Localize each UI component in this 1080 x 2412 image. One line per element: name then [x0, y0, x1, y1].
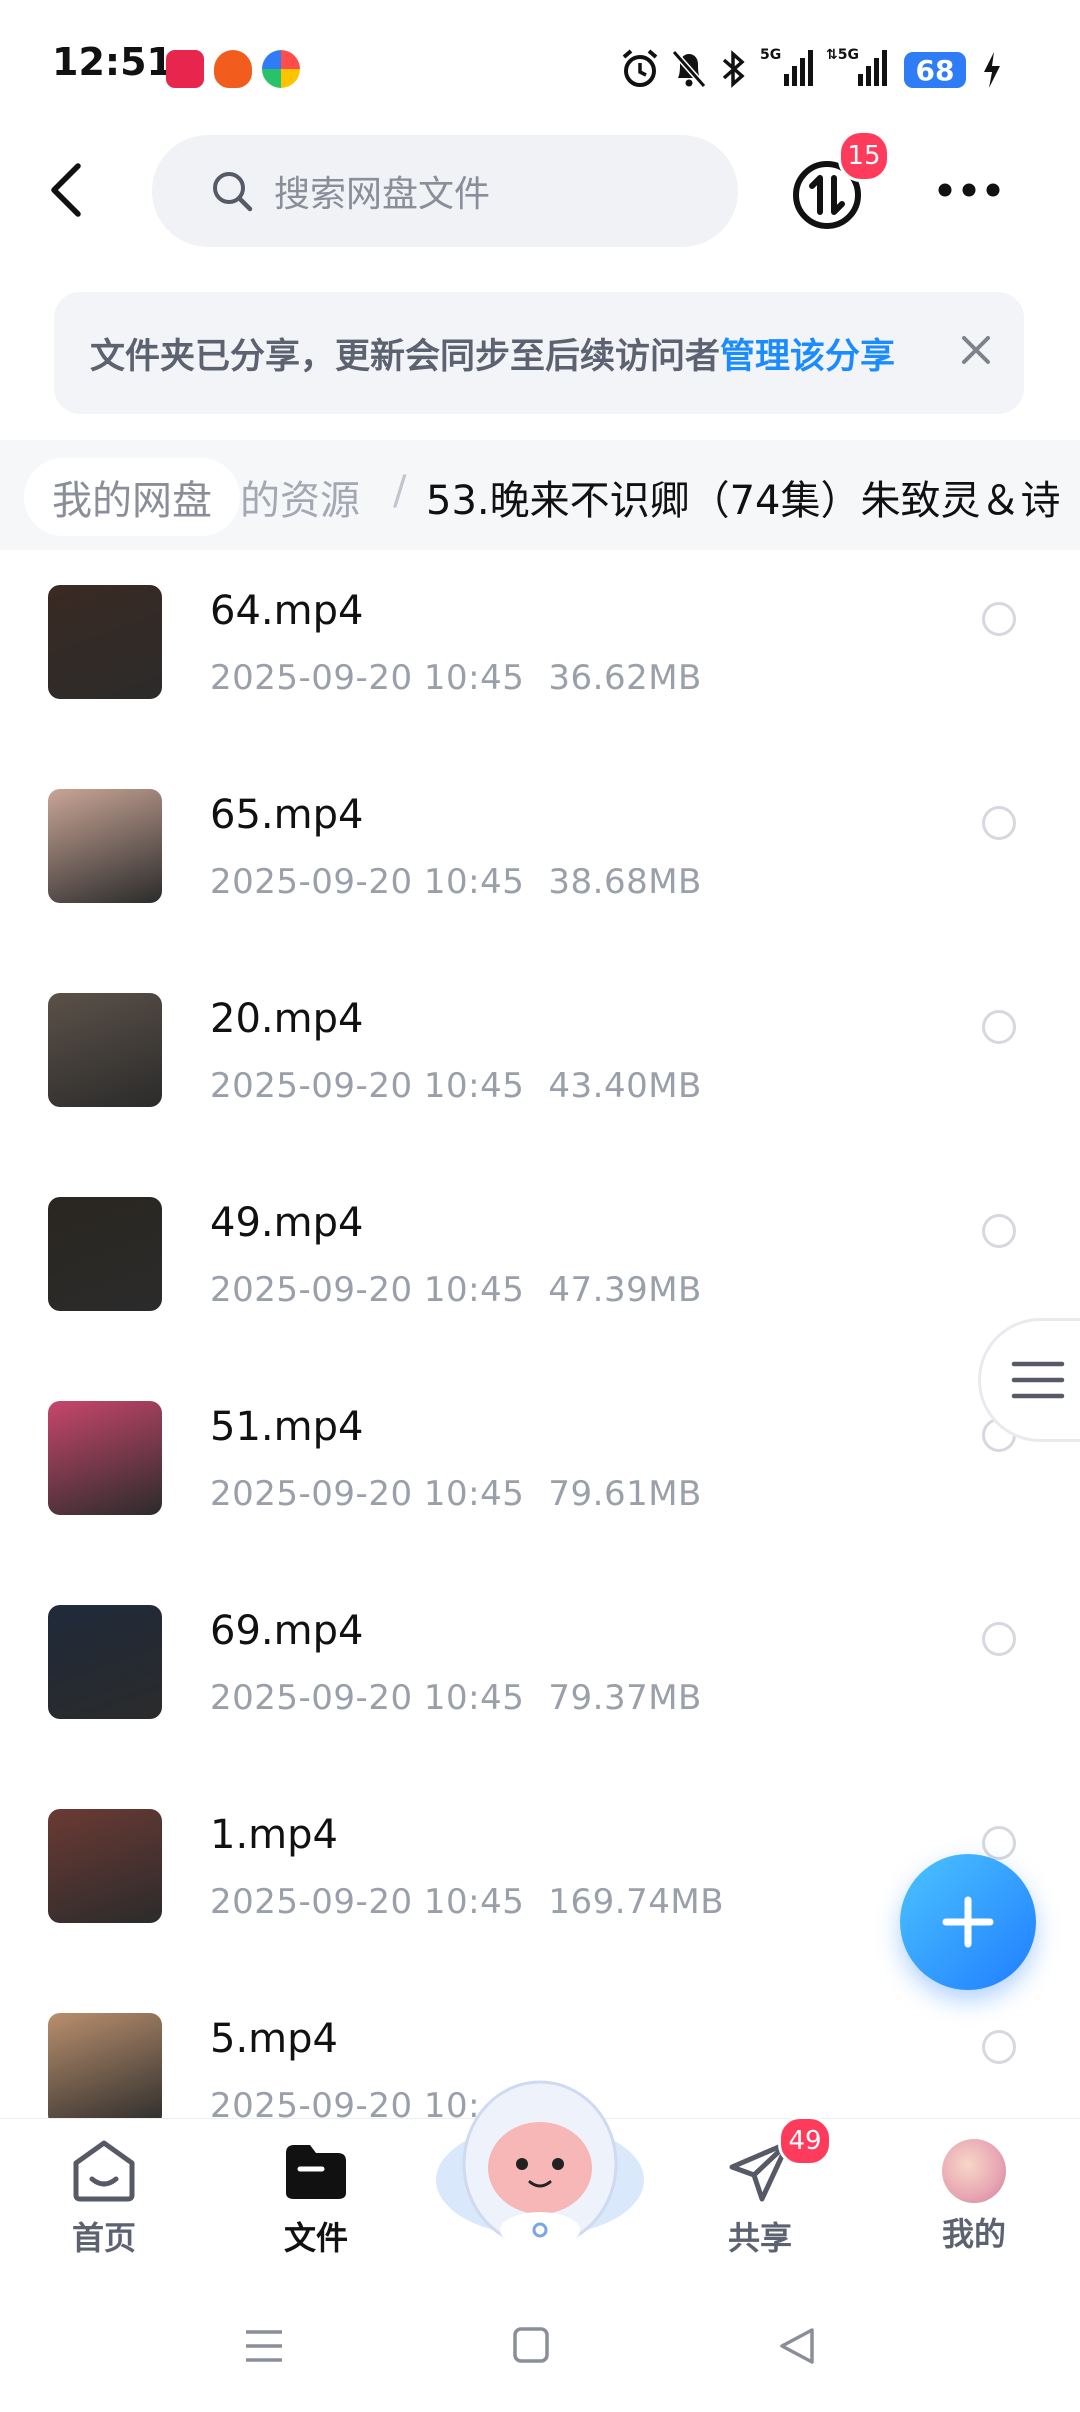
recent-apps-icon[interactable]	[244, 2328, 284, 2364]
file-meta: 2025-09-20 10:45 38.68MB	[210, 862, 702, 902]
video-thumbnail	[48, 1605, 162, 1719]
nav-me-label: 我的	[941, 2215, 1006, 2253]
video-thumbnail	[48, 1197, 162, 1311]
file-size: 79.37MB	[548, 1678, 702, 1718]
search-input[interactable]: 搜索网盘文件	[152, 135, 738, 247]
colorful-app-icon	[262, 50, 300, 88]
transfer-badge: 15	[838, 130, 890, 182]
back-triangle-icon[interactable]	[778, 2326, 816, 2366]
more-options-icon[interactable]	[934, 170, 1004, 210]
file-row[interactable]: 69.mp4 2025-09-20 10:45 79.37MB	[0, 1580, 1080, 1784]
clock: 12:51	[52, 40, 173, 84]
breadcrumb-current-folder: 53.晚来不识卿（74集）朱致灵＆诗	[426, 478, 1061, 524]
file-row[interactable]: 49.mp4 2025-09-20 10:45 47.39MB	[0, 1172, 1080, 1376]
alarm-icon	[622, 49, 658, 87]
share-banner: 文件夹已分享，更新会同步至后续访问者 管理该分享	[54, 292, 1024, 414]
video-thumbnail	[48, 1809, 162, 1923]
select-radio[interactable]	[982, 602, 1016, 636]
add-button[interactable]	[900, 1854, 1036, 1990]
video-thumbnail	[48, 2013, 162, 2127]
home-square-icon[interactable]	[512, 2326, 550, 2364]
file-date: 2025-09-20 10:45	[210, 1066, 525, 1106]
mute-bell-icon	[671, 50, 707, 88]
file-name: 69.mp4	[210, 1608, 364, 1654]
nav-files-label: 文件	[283, 2219, 348, 2257]
select-radio[interactable]	[982, 1622, 1016, 1656]
video-thumbnail	[48, 585, 162, 699]
breadcrumb-middle[interactable]: 的资源	[240, 468, 360, 526]
file-meta: 2025-09-20 10:45 79.61MB	[210, 1474, 702, 1514]
select-radio[interactable]	[982, 806, 1016, 840]
video-thumbnail	[48, 789, 162, 903]
file-name: 51.mp4	[210, 1404, 364, 1450]
nav-me[interactable]: 我的	[904, 2139, 1044, 2255]
svg-text:⇅5G: ⇅5G	[826, 47, 859, 63]
file-date: 2025-09-20 10:45	[210, 1882, 525, 1922]
battery-indicator: 68	[904, 52, 966, 88]
file-size: 169.74MB	[548, 1882, 725, 1922]
breadcrumb-home[interactable]: 我的网盘	[24, 458, 240, 536]
select-radio[interactable]	[982, 1010, 1016, 1044]
file-name: 20.mp4	[210, 996, 364, 1042]
status-bar: 12:51 5G ⇅5G 68	[0, 0, 1080, 120]
file-meta: 2025-09-20 10:45 36.62MB	[210, 658, 702, 698]
file-date: 2025-09-20 10:45	[210, 1678, 525, 1718]
nav-home[interactable]: 首页	[34, 2139, 174, 2259]
nav-files[interactable]: 文件	[246, 2139, 386, 2259]
file-date: 2025-09-20 10:45	[210, 1474, 525, 1514]
file-size: 43.40MB	[548, 1066, 702, 1106]
file-name: 49.mp4	[210, 1200, 364, 1246]
file-row[interactable]: 65.mp4 2025-09-20 10:45 38.68MB	[0, 764, 1080, 968]
file-name: 5.mp4	[210, 2016, 338, 2062]
file-name: 65.mp4	[210, 792, 364, 838]
plus-icon	[942, 1896, 994, 1948]
file-name: 64.mp4	[210, 588, 364, 634]
avatar	[942, 2139, 1006, 2203]
video-thumbnail	[48, 1401, 162, 1515]
file-row[interactable]: 20.mp4 2025-09-20 10:45 43.40MB	[0, 968, 1080, 1172]
signal-5g-icon: 5G	[760, 47, 813, 86]
file-size: 47.39MB	[548, 1270, 702, 1310]
file-name: 1.mp4	[210, 1812, 338, 1858]
select-radio[interactable]	[982, 1214, 1016, 1248]
search-placeholder: 搜索网盘文件	[274, 174, 491, 215]
home-icon	[73, 2140, 135, 2202]
file-meta: 2025-09-20 10:45 43.40MB	[210, 1066, 702, 1106]
menu-lines-icon	[1011, 1361, 1065, 1399]
file-row[interactable]: 51.mp4 2025-09-20 10:45 79.61MB	[0, 1376, 1080, 1580]
manage-share-link[interactable]: 管理该分享	[720, 328, 895, 379]
share-banner-text: 文件夹已分享，更新会同步至后续访问者	[90, 336, 721, 377]
system-nav-bar	[0, 2288, 1080, 2412]
select-radio[interactable]	[982, 1826, 1016, 1860]
ai-assistant-mascot-icon[interactable]	[430, 2060, 650, 2250]
file-meta: 2025-09-20 10:45 79.37MB	[210, 1678, 702, 1718]
share-badge: 49	[778, 2116, 832, 2166]
file-date: 2025-09-20 10:45	[210, 658, 525, 698]
file-meta: 2025-09-20 10:45 169.74MB	[210, 1882, 724, 1922]
signal-5g-icon-2: ⇅5G	[826, 47, 887, 86]
back-arrow-icon[interactable]	[44, 160, 94, 220]
close-icon[interactable]	[958, 332, 994, 368]
bluetooth-icon	[722, 50, 745, 88]
nav-home-label: 首页	[71, 2219, 136, 2257]
nav-share-label: 共享	[727, 2219, 792, 2257]
charging-icon	[984, 52, 1000, 88]
select-radio[interactable]	[982, 2030, 1016, 2064]
app-notification-icon	[166, 50, 204, 88]
file-date: 2025-09-20 10:45	[210, 862, 525, 902]
search-icon	[213, 172, 253, 212]
breadcrumb-separator: /	[393, 468, 407, 514]
file-date: 2025-09-20 10:45	[210, 1270, 525, 1310]
file-size: 79.61MB	[548, 1474, 702, 1514]
file-size: 36.62MB	[548, 658, 702, 698]
pumpkin-icon	[214, 50, 252, 88]
svg-text:5G: 5G	[760, 47, 781, 63]
file-size: 38.68MB	[548, 862, 702, 902]
file-meta: 2025-09-20 10:45 47.39MB	[210, 1270, 702, 1310]
folder-icon	[286, 2145, 346, 2199]
file-row[interactable]: 64.mp4 2025-09-20 10:45 36.62MB	[0, 560, 1080, 764]
video-thumbnail	[48, 993, 162, 1107]
